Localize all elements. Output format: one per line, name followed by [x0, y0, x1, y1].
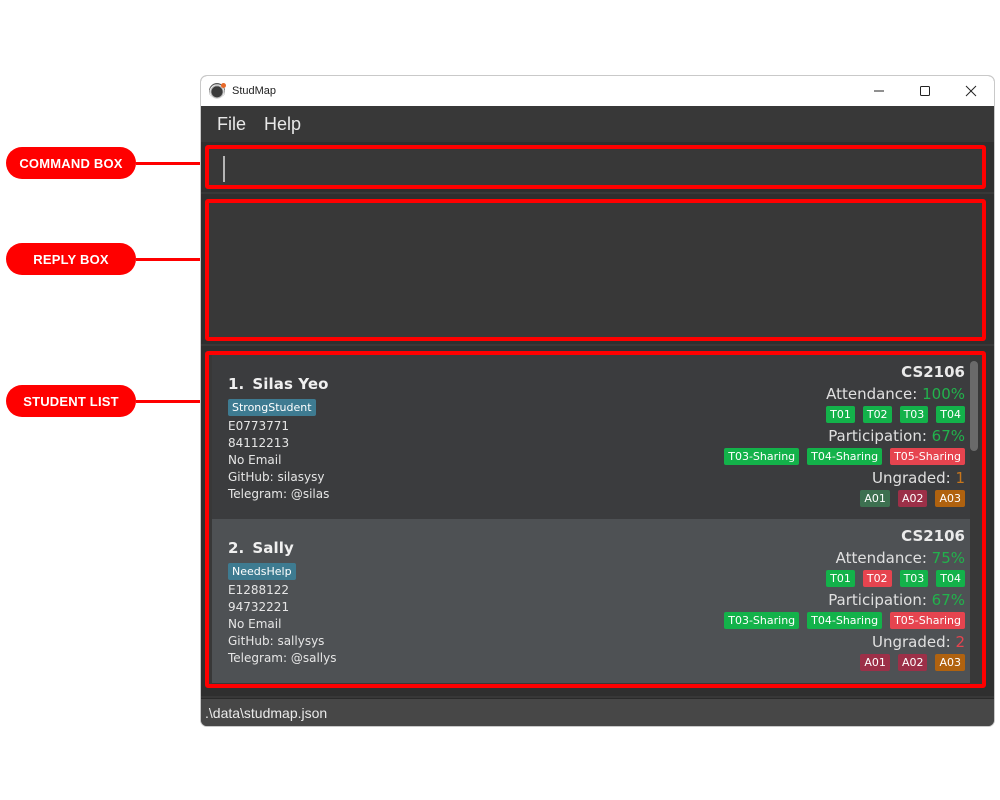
data-file-path: .\data\studmap.json	[205, 705, 328, 721]
student-index: 2.	[228, 539, 245, 557]
status-badge: A01	[860, 490, 890, 507]
student-phone: 84112213	[228, 436, 290, 450]
participation-badges: T03-Sharing T04-Sharing T05-Sharing	[724, 612, 965, 629]
text-caret	[223, 156, 225, 182]
student-tag: StrongStudent	[228, 399, 316, 416]
student-id: E1288122	[228, 583, 290, 597]
student-email: No Email	[228, 617, 282, 631]
status-badge: T04-Sharing	[807, 612, 883, 629]
student-email: No Email	[228, 453, 282, 467]
ungraded-stat: Ungraded: 2	[724, 633, 965, 651]
student-name: 2. Sally	[228, 539, 336, 557]
maximize-button[interactable]	[902, 76, 948, 106]
reply-area	[201, 194, 994, 344]
status-badge: A01	[860, 654, 890, 671]
student-index: 1.	[228, 375, 245, 393]
close-icon	[965, 85, 977, 97]
ungraded-label: Ungraded:	[871, 469, 956, 487]
menu-file[interactable]: File	[217, 114, 246, 135]
status-badge: A03	[935, 490, 965, 507]
minimize-button[interactable]	[856, 76, 902, 106]
status-badge: T01	[826, 570, 855, 587]
maximize-icon	[920, 86, 930, 96]
reply-box	[205, 199, 986, 341]
status-badge: A02	[897, 490, 928, 507]
list-scrollbar[interactable]	[970, 361, 978, 451]
callout-connector	[136, 400, 204, 403]
ungraded-label: Ungraded:	[871, 633, 956, 651]
status-badge: A03	[935, 654, 965, 671]
assignment-badges: A01 A02 A03	[724, 490, 965, 507]
status-badge: T04	[936, 406, 965, 423]
status-badge: T03	[899, 406, 929, 423]
participation-label: Participation:	[828, 427, 932, 445]
close-button[interactable]	[948, 76, 994, 106]
student-list-callout: STUDENT LIST	[6, 385, 136, 417]
ungraded-value: 2	[955, 633, 965, 651]
participation-badges: T03-Sharing T04-Sharing T05-Sharing	[724, 448, 965, 465]
student-github: GitHub: sallysys	[228, 634, 325, 648]
title-bar: StudMap	[201, 76, 994, 106]
student-phone: 94732221	[228, 600, 290, 614]
status-badge: T03-Sharing	[724, 612, 800, 629]
student-list-area: 1. Silas Yeo StrongStudent E0773771 84112…	[201, 346, 994, 696]
student-card[interactable]: 2. Sally NeedsHelp E1288122 94732221 No E…	[212, 519, 970, 683]
student-list[interactable]: 1. Silas Yeo StrongStudent E0773771 84112…	[205, 351, 986, 688]
minimize-icon	[874, 90, 884, 92]
menu-help[interactable]: Help	[264, 114, 301, 135]
module-code: CS2106	[901, 527, 965, 545]
attendance-badges: T01 T02 T03 T04	[724, 570, 965, 587]
participation-stat: Participation: 67%	[724, 427, 965, 445]
participation-value: 67%	[931, 427, 965, 445]
window-title: StudMap	[232, 85, 277, 97]
participation-value: 67%	[931, 591, 965, 609]
status-badge: T04	[936, 570, 965, 587]
student-card[interactable]: 1. Silas Yeo StrongStudent E0773771 84112…	[212, 355, 970, 519]
participation-stat: Participation: 67%	[724, 591, 965, 609]
status-badge: T05-Sharing	[890, 612, 965, 629]
attendance-stat: Attendance: 100%	[724, 385, 965, 403]
ungraded-value: 1	[955, 469, 965, 487]
student-name-text: Sally	[252, 539, 294, 557]
status-badge: T03-Sharing	[724, 448, 800, 465]
student-name-text: Silas Yeo	[252, 375, 329, 393]
callout-connector	[136, 162, 204, 165]
student-id: E0773771	[228, 419, 290, 433]
student-tag: NeedsHelp	[228, 563, 296, 580]
attendance-value: 75%	[931, 549, 965, 567]
menu-bar: File Help	[201, 106, 994, 142]
attendance-label: Attendance:	[826, 385, 923, 403]
student-github: GitHub: silasysy	[228, 470, 325, 484]
attendance-label: Attendance:	[835, 549, 932, 567]
status-badge: A02	[897, 654, 928, 671]
reply-box-callout: REPLY BOX	[6, 243, 136, 275]
attendance-badges: T01 T02 T03 T04	[724, 406, 965, 423]
ungraded-stat: Ungraded: 1	[724, 469, 965, 487]
status-bar: .\data\studmap.json	[201, 698, 994, 726]
status-badge: T02	[862, 406, 892, 423]
status-badge: T02	[862, 570, 892, 587]
status-badge: T05-Sharing	[890, 448, 965, 465]
status-badge: T04-Sharing	[807, 448, 883, 465]
attendance-stat: Attendance: 75%	[724, 549, 965, 567]
command-input[interactable]	[205, 145, 986, 189]
assignment-badges: A01 A02 A03	[724, 654, 965, 671]
student-telegram: Telegram: @sallys	[228, 651, 337, 665]
app-logo-icon	[209, 83, 226, 99]
attendance-value: 100%	[922, 385, 965, 403]
student-name: 1. Silas Yeo	[228, 375, 329, 393]
command-area	[201, 142, 994, 192]
callout-connector	[136, 258, 204, 261]
module-code: CS2106	[901, 363, 965, 381]
student-telegram: Telegram: @silas	[228, 487, 330, 501]
app-window: StudMap File Help 1. Silas Yeo StrongStu…	[200, 75, 995, 727]
participation-label: Participation:	[828, 591, 932, 609]
status-badge: T03	[899, 570, 929, 587]
command-box-callout: COMMAND BOX	[6, 147, 136, 179]
status-badge: T01	[826, 406, 855, 423]
